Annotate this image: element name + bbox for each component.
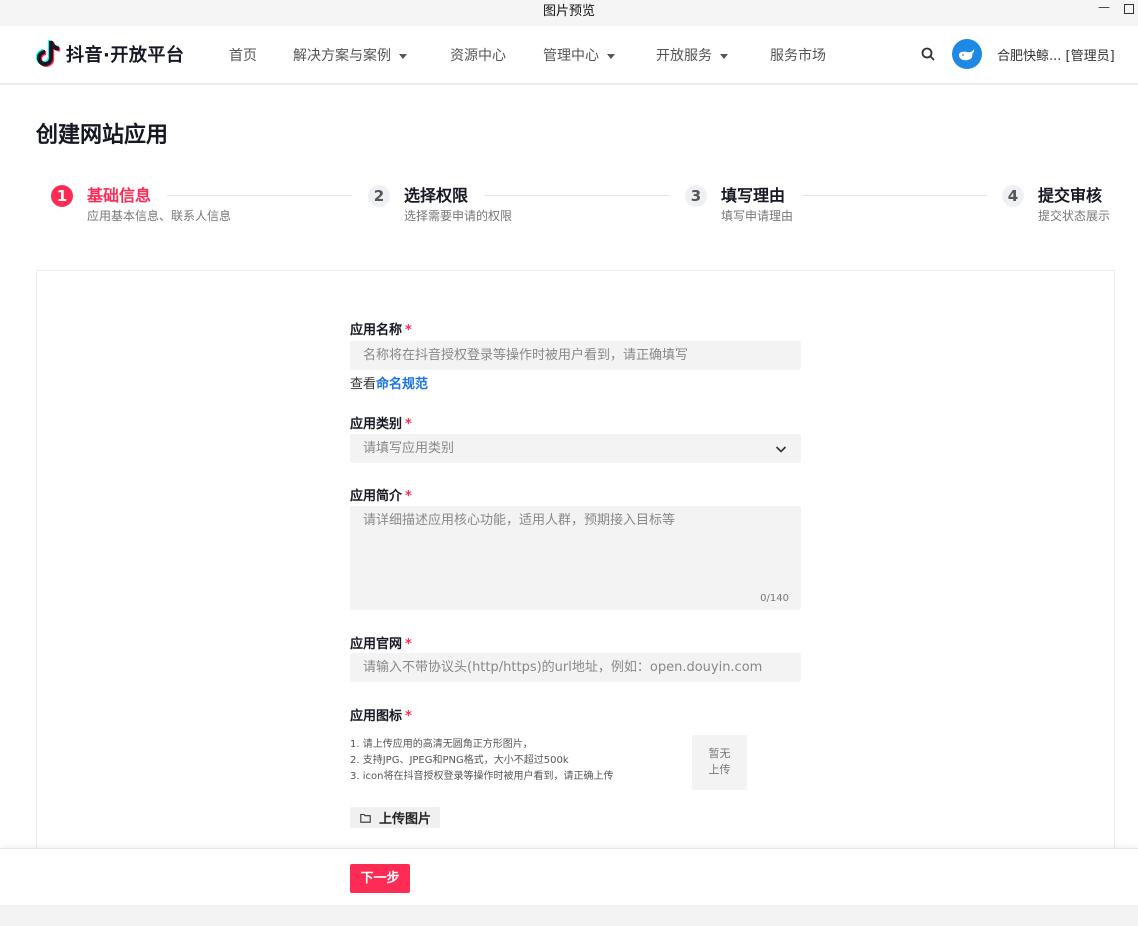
chevron-down-icon [720,53,728,59]
label-text: 应用简介 [350,489,403,504]
nav-item-label: 开放服务 [656,48,712,64]
icon-preview: 暂无 上传 [692,735,747,790]
step-submit: 4 提交审核 提交状态展示 [1002,185,1110,224]
minimize-button[interactable]: — [1098,0,1110,14]
window-title: 图片预览 [542,4,595,19]
brand-name: 抖音·开放平台 [66,45,185,66]
label-text: 应用官网 [350,637,403,652]
step-title: 选择权限 [404,186,469,205]
placeholder-text: 请填写应用类别 [363,441,455,456]
step-subtitle: 填写申请理由 [721,209,794,223]
avatar[interactable] [952,39,982,69]
main-content: 创建网站应用 1 基础信息 应用基本信息、联系人信息 2 选择权限 选择需要申请… [0,85,1138,905]
nav-item-home[interactable]: 首页 [229,45,257,65]
placeholder-text: 请详细描述应用核心功能，适用人群，预期接入目标等 [363,513,676,528]
required-mark: * [405,323,412,338]
app-website-label: 应用官网 * [350,633,412,652]
step-number: 3 [685,185,707,207]
label-text: 应用名称 [350,323,403,338]
page-title: 创建网站应用 [36,123,169,148]
preview-text: 暂无 [708,747,731,760]
window-titlebar: 图片预览 [0,0,1138,24]
footer-action-bar: 下一步 [0,848,1138,905]
naming-rules-link[interactable]: 命名规范 [376,377,428,392]
placeholder-text: 请输入不带协议头(http/https)的url地址，例如：open.douyi… [363,660,763,675]
nav-item-market[interactable]: 服务市场 [770,45,826,65]
step-number: 1 [51,185,73,207]
step-divider [167,195,352,196]
nav-item-label: 管理中心 [543,48,599,64]
step-subtitle: 提交状态展示 [1038,209,1111,223]
chevron-down-icon [399,53,407,59]
naming-hint: 查看命名规范 [350,373,428,392]
whale-icon [959,49,975,61]
chevron-down-icon [775,446,787,453]
step-divider [484,195,669,196]
upload-image-button[interactable]: 上传图片 [350,807,440,828]
tip-line: 2. 支持JPG、JPEG和PNG格式，大小不超过500k [350,755,569,766]
step-reason: 3 填写理由 填写申请理由 [685,185,793,224]
app-intro-textarea[interactable]: 请详细描述应用核心功能，适用人群，预期接入目标等 0/140 [350,506,801,610]
required-mark: * [405,489,412,504]
tip-line: 1. 请上传应用的高清无圆角正方形图片， [350,739,533,750]
step-basic-info: 1 基础信息 应用基本信息、联系人信息 [51,185,231,224]
nav-item-open-services[interactable]: 开放服务 [656,45,728,65]
placeholder-text: 名称将在抖音授权登录等操作时被用户看到，请正确填写 [363,348,689,363]
step-title: 基础信息 [87,186,152,205]
step-divider [802,195,987,196]
required-mark: * [405,637,412,652]
label-text: 应用类别 [350,417,403,432]
folder-icon [360,813,371,823]
label-text: 应用图标 [350,709,403,724]
step-number: 2 [368,185,390,207]
app-website-input[interactable]: 请输入不带协议头(http/https)的url地址，例如：open.douyi… [350,653,801,682]
nav-item-solutions[interactable]: 解决方案与案例 [293,45,407,65]
nav-item-resources[interactable]: 资源中心 [450,45,506,65]
required-mark: * [405,417,412,432]
user-name[interactable]: 合肥快鲸... [管理员] [997,45,1115,64]
char-counter: 0/140 [760,593,789,604]
app-icon-label: 应用图标 * [350,705,412,724]
step-subtitle: 应用基本信息、联系人信息 [87,209,232,223]
brand-logo[interactable]: 抖音·开放平台 [36,39,184,69]
step-permissions: 2 选择权限 选择需要申请的权限 [368,185,512,224]
chevron-down-icon [607,53,615,59]
required-mark: * [405,709,412,724]
app-form: 应用名称 * 名称将在抖音授权登录等操作时被用户看到，请正确填写 查看命名规范 应… [36,270,1115,870]
app-category-select[interactable]: 请填写应用类别 [350,434,801,463]
search-icon[interactable] [920,46,936,62]
preview-text: 上传 [708,763,731,776]
step-title: 填写理由 [721,186,786,205]
top-navbar: 抖音·开放平台 首页 解决方案与案例 资源中心 管理中心 开放服务 服务市场 合… [0,26,1138,84]
step-title: 提交审核 [1038,186,1103,205]
app-category-label: 应用类别 * [350,413,412,432]
next-step-button[interactable]: 下一步 [350,864,410,893]
nav-item-label: 资源中心 [450,48,506,64]
step-subtitle: 选择需要申请的权限 [404,209,513,223]
upload-label: 上传图片 [379,812,432,827]
nav-item-label: 解决方案与案例 [293,48,391,64]
nav-item-management[interactable]: 管理中心 [543,45,615,65]
nav-item-label: 服务市场 [770,48,826,64]
douyin-logo-icon [36,40,61,67]
nav-item-label: 首页 [229,48,257,64]
app-intro-label: 应用简介 * [350,485,412,504]
app-name-label: 应用名称 * [350,319,412,338]
icon-upload-tips: 1. 请上传应用的高清无圆角正方形图片， 2. 支持JPG、JPEG和PNG格式… [350,737,613,785]
hint-text: 查看 [350,377,377,392]
maximize-button[interactable] [1124,4,1134,14]
tip-line: 3. icon将在抖音授权登录等操作时被用户看到，请正确上传 [350,771,614,782]
step-number: 4 [1002,185,1024,207]
app-name-input[interactable]: 名称将在抖音授权登录等操作时被用户看到，请正确填写 [350,341,801,370]
